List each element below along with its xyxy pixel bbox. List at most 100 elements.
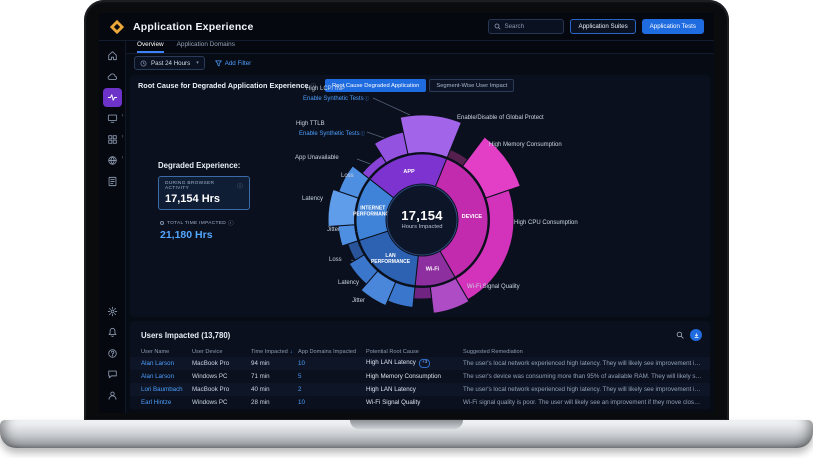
tab-application-domains[interactable]: Application Domains (177, 41, 235, 53)
ring-label-wi-fi: Wi-Fi (426, 266, 440, 272)
user-device: MacBook Pro (192, 386, 251, 393)
search-input[interactable]: Search (488, 19, 564, 34)
chevron-right-icon: › (122, 134, 124, 140)
table-body: Alan LarsonMacBook Pro94 min10High LAN L… (130, 357, 710, 409)
callout-app-unavailable: App Unavailable (295, 155, 339, 161)
help-icon (107, 348, 118, 359)
sidebar-item-devices[interactable]: › (103, 109, 122, 128)
tab-overview[interactable]: Overview (137, 41, 164, 53)
app-domains-count[interactable]: 5 (298, 373, 366, 380)
user-device: MacBook Pro (192, 360, 251, 367)
remediation-text: Wi-Fi signal quality is poor. The user w… (463, 399, 702, 406)
callout-internet-jitter: Jitter (327, 227, 340, 233)
activity-pulse-icon (107, 92, 118, 103)
app-domains-count[interactable]: 10 (298, 399, 366, 406)
callout-global-protect: Enable/Disable of Global Protect (457, 115, 544, 121)
root-cause: Wi-Fi Signal Quality (366, 399, 463, 406)
callout-high-lcp-inp: High LCP/ INP (306, 86, 345, 92)
filter-bar: Past 24 Hours ▾ Add Filter (126, 54, 714, 72)
remediation-text: The user's local network experienced hig… (463, 360, 702, 367)
table-row[interactable]: Alan LarsonMacBook Pro94 min10High LAN L… (130, 357, 710, 370)
enable-synthetic-tests-link[interactable]: Enable Synthetic Testsⓘ (303, 96, 369, 102)
sunburst-center-circle (387, 185, 457, 255)
chevron-down-icon: ▾ (196, 60, 199, 66)
sidebar-item-account[interactable] (103, 386, 122, 405)
link-label: Enable Synthetic Tests (299, 131, 360, 137)
sidebar-item-notifications[interactable] (103, 323, 122, 342)
download-button[interactable] (690, 329, 702, 341)
sidebar-item-reports[interactable] (103, 172, 122, 191)
callout-high-ttlb: High TTLB (296, 121, 325, 127)
root-cause-extra-badge[interactable]: +3 (419, 359, 430, 368)
callout-internet-latency: Latency (302, 196, 323, 202)
sunburst-child-sub[interactable] (414, 287, 432, 299)
user-name-link[interactable]: Lori Baumbach (141, 386, 192, 393)
add-filter-button[interactable]: Add Filter (215, 60, 251, 67)
sunburst-chart: APPDEVICEWi-FiLANPERFORMANCEINTERNETPERF… (130, 75, 710, 317)
col-suggested-remediation[interactable]: Suggested Remediation (463, 349, 702, 355)
table-row[interactable]: Lori BaumbachMacBook Pro40 min2High LAN … (130, 383, 710, 396)
download-icon (693, 332, 700, 339)
table-search-button[interactable] (676, 326, 684, 344)
sidebar-item-settings[interactable] (103, 302, 122, 321)
search-icon (494, 23, 501, 30)
ring-label-device: DEVICE (462, 214, 483, 220)
user-name-link[interactable]: Alan Larson (141, 360, 192, 367)
root-cause: High Memory Consumption (366, 373, 463, 380)
remediation-text: The user's local network experienced hig… (463, 386, 702, 393)
callout-high-cpu: High CPU Consumption (514, 220, 578, 226)
callout-high-memory: High Memory Consumption (489, 142, 562, 148)
application-suites-button[interactable]: Application Suites (570, 19, 635, 34)
info-icon: ⓘ (365, 96, 370, 101)
sidebar-item-apps[interactable]: › (103, 130, 122, 149)
table-row[interactable]: Earl HintzeWindows PC28 min10Wi-Fi Signa… (130, 396, 710, 409)
clock-icon (140, 60, 147, 67)
laptop-base (0, 420, 813, 448)
report-icon (107, 176, 118, 187)
tab-bar: Overview Application Domains (126, 41, 714, 54)
link-label: Enable Synthetic Tests (303, 96, 364, 102)
sidebar-item-help[interactable] (103, 344, 122, 363)
time-range-select[interactable]: Past 24 Hours ▾ (134, 56, 205, 70)
sort-desc-icon[interactable]: ↓ (290, 349, 293, 355)
time-impacted: 40 min (251, 386, 298, 393)
apps-grid-icon (107, 134, 118, 145)
callout-lan-loss: Loss (329, 257, 342, 263)
laptop-base-notch (350, 420, 463, 429)
sidebar: › › › (99, 41, 126, 413)
sidebar-item-home[interactable] (103, 46, 122, 65)
col-potential-root-cause[interactable]: Potential Root Cause (366, 349, 463, 355)
globe-icon (107, 155, 118, 166)
page-title: Application Experience (133, 21, 254, 33)
root-cause: High LAN Latency+3 (366, 359, 463, 368)
col-user-name[interactable]: User Name (141, 349, 192, 355)
users-impacted-title: Users Impacted (13,780) (141, 331, 230, 340)
user-name-link[interactable]: Earl Hintze (141, 399, 192, 406)
funnel-icon (215, 60, 222, 67)
laptop-screen: Application Experience Search Applicatio… (84, 0, 729, 421)
table-row[interactable]: Alan LarsonWindows PC71 min5High Memory … (130, 370, 710, 383)
application-tests-button[interactable]: Application Tests (642, 19, 704, 34)
app-domains-count[interactable]: 10 (298, 360, 366, 367)
col-app-domains-impacted[interactable]: App Domains Impacted (298, 349, 366, 355)
sidebar-item-application-experience[interactable] (103, 88, 122, 107)
sidebar-item-network[interactable]: › (103, 151, 122, 170)
col-time-impacted[interactable]: Time Impacted↓ (251, 349, 298, 355)
search-icon (676, 331, 684, 339)
col-user-device[interactable]: User Device (192, 349, 251, 355)
topbar-actions: Search Application Suites Application Te… (488, 19, 704, 34)
user-device: Windows PC (192, 399, 251, 406)
gear-icon (107, 306, 118, 317)
add-filter-label: Add Filter (225, 60, 251, 67)
chevron-right-icon: › (122, 113, 124, 119)
enable-synthetic-tests-link[interactable]: Enable Synthetic Testsⓘ (299, 131, 365, 137)
time-impacted: 28 min (251, 399, 298, 406)
chevron-right-icon: › (122, 155, 124, 161)
bell-icon (107, 327, 118, 338)
sidebar-item-feedback[interactable] (103, 365, 122, 384)
app-domains-count[interactable]: 2 (298, 386, 366, 393)
user-device: Windows PC (192, 373, 251, 380)
sidebar-item-cloud[interactable] (103, 67, 122, 86)
root-cause-panel: Root Cause for Degraded Application Expe… (130, 75, 710, 317)
user-name-link[interactable]: Alan Larson (141, 373, 192, 380)
